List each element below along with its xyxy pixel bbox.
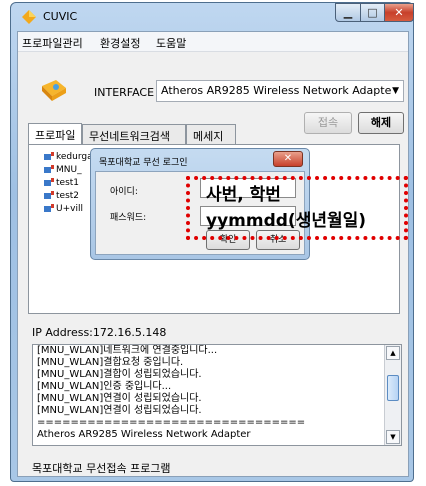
title-bar[interactable]: CUVIC ▁ □ ✕: [11, 3, 414, 31]
log-line: [MNU_WLAN]인증 중입니다...: [37, 381, 172, 392]
connect-button[interactable]: 접속: [304, 112, 352, 134]
log-line: [MNU_WLAN]네트워크에 연결중입니다...: [37, 345, 218, 356]
login-dialog-title: 목포대학교 무선 로그인: [99, 158, 188, 168]
password-label: 패스워드:: [110, 213, 147, 223]
scroll-thumb[interactable]: [387, 375, 399, 401]
scroll-up-icon[interactable]: ▲: [386, 346, 400, 360]
id-label: 아이디:: [110, 187, 138, 197]
disconnect-button[interactable]: 해제: [358, 112, 404, 134]
password-hint-text: yymmdd(생년월일): [206, 211, 367, 231]
window-title: CUVIC: [43, 10, 78, 23]
interface-select[interactable]: Atheros AR9285 Wireless Network Adapte ▼: [156, 80, 404, 102]
log-line: [MNU_WLAN]연결이 성립되었습니다.: [37, 405, 202, 416]
message-log: [MNU_WLAN]네트워크에 연결중입니다... [MNU_WLAN]결합요청…: [32, 344, 402, 446]
log-line: ================================: [37, 417, 306, 428]
tab-profile[interactable]: 프로파일: [28, 123, 82, 145]
chevron-down-icon: ▼: [392, 86, 399, 96]
wireless-profile-icon: [44, 178, 54, 186]
wireless-profile-icon: [44, 191, 54, 199]
wireless-profile-icon: [44, 152, 54, 160]
app-logo-icon: [22, 10, 36, 24]
log-line: [MNU_WLAN]결합요청 중입니다.: [37, 357, 184, 368]
menu-settings[interactable]: 환경설정: [100, 35, 140, 51]
status-bar-text: 목포대학교 무선접속 프로그램: [32, 462, 171, 475]
maximize-button[interactable]: □: [360, 3, 385, 22]
network-adapter-icon: [42, 80, 66, 101]
scroll-down-icon[interactable]: ▼: [386, 430, 400, 444]
wireless-profile-icon: [44, 204, 54, 212]
tab-messages[interactable]: 메세지: [186, 124, 236, 144]
log-line: Atheros AR9285 Wireless Network Adapter: [37, 429, 251, 440]
tab-wireless-search[interactable]: 무선네트워크검색: [82, 124, 186, 144]
close-button[interactable]: ✕: [384, 3, 414, 22]
interface-selected-value: Atheros AR9285 Wireless Network Adapte: [161, 84, 392, 97]
menu-profile-manage[interactable]: 프로파일관리: [22, 35, 83, 51]
menu-bar: 프로파일관리 환경설정 도움말: [18, 32, 408, 52]
interface-label: INTERFACE: [94, 86, 155, 99]
ip-address: IP Address:172.16.5.148: [32, 326, 167, 339]
log-scrollbar[interactable]: ▲ ▼: [384, 345, 401, 445]
log-line: [MNU_WLAN]연결이 성립되었습니다.: [37, 393, 202, 404]
log-line: [MNU_WLAN]결합이 성립되었습니다.: [37, 369, 202, 380]
wireless-profile-icon: [44, 165, 54, 173]
id-hint-text: 사번, 학번: [206, 185, 281, 205]
login-close-button[interactable]: ✕: [273, 151, 303, 167]
minimize-button[interactable]: ▁: [335, 3, 361, 22]
menu-help[interactable]: 도움말: [156, 35, 186, 51]
